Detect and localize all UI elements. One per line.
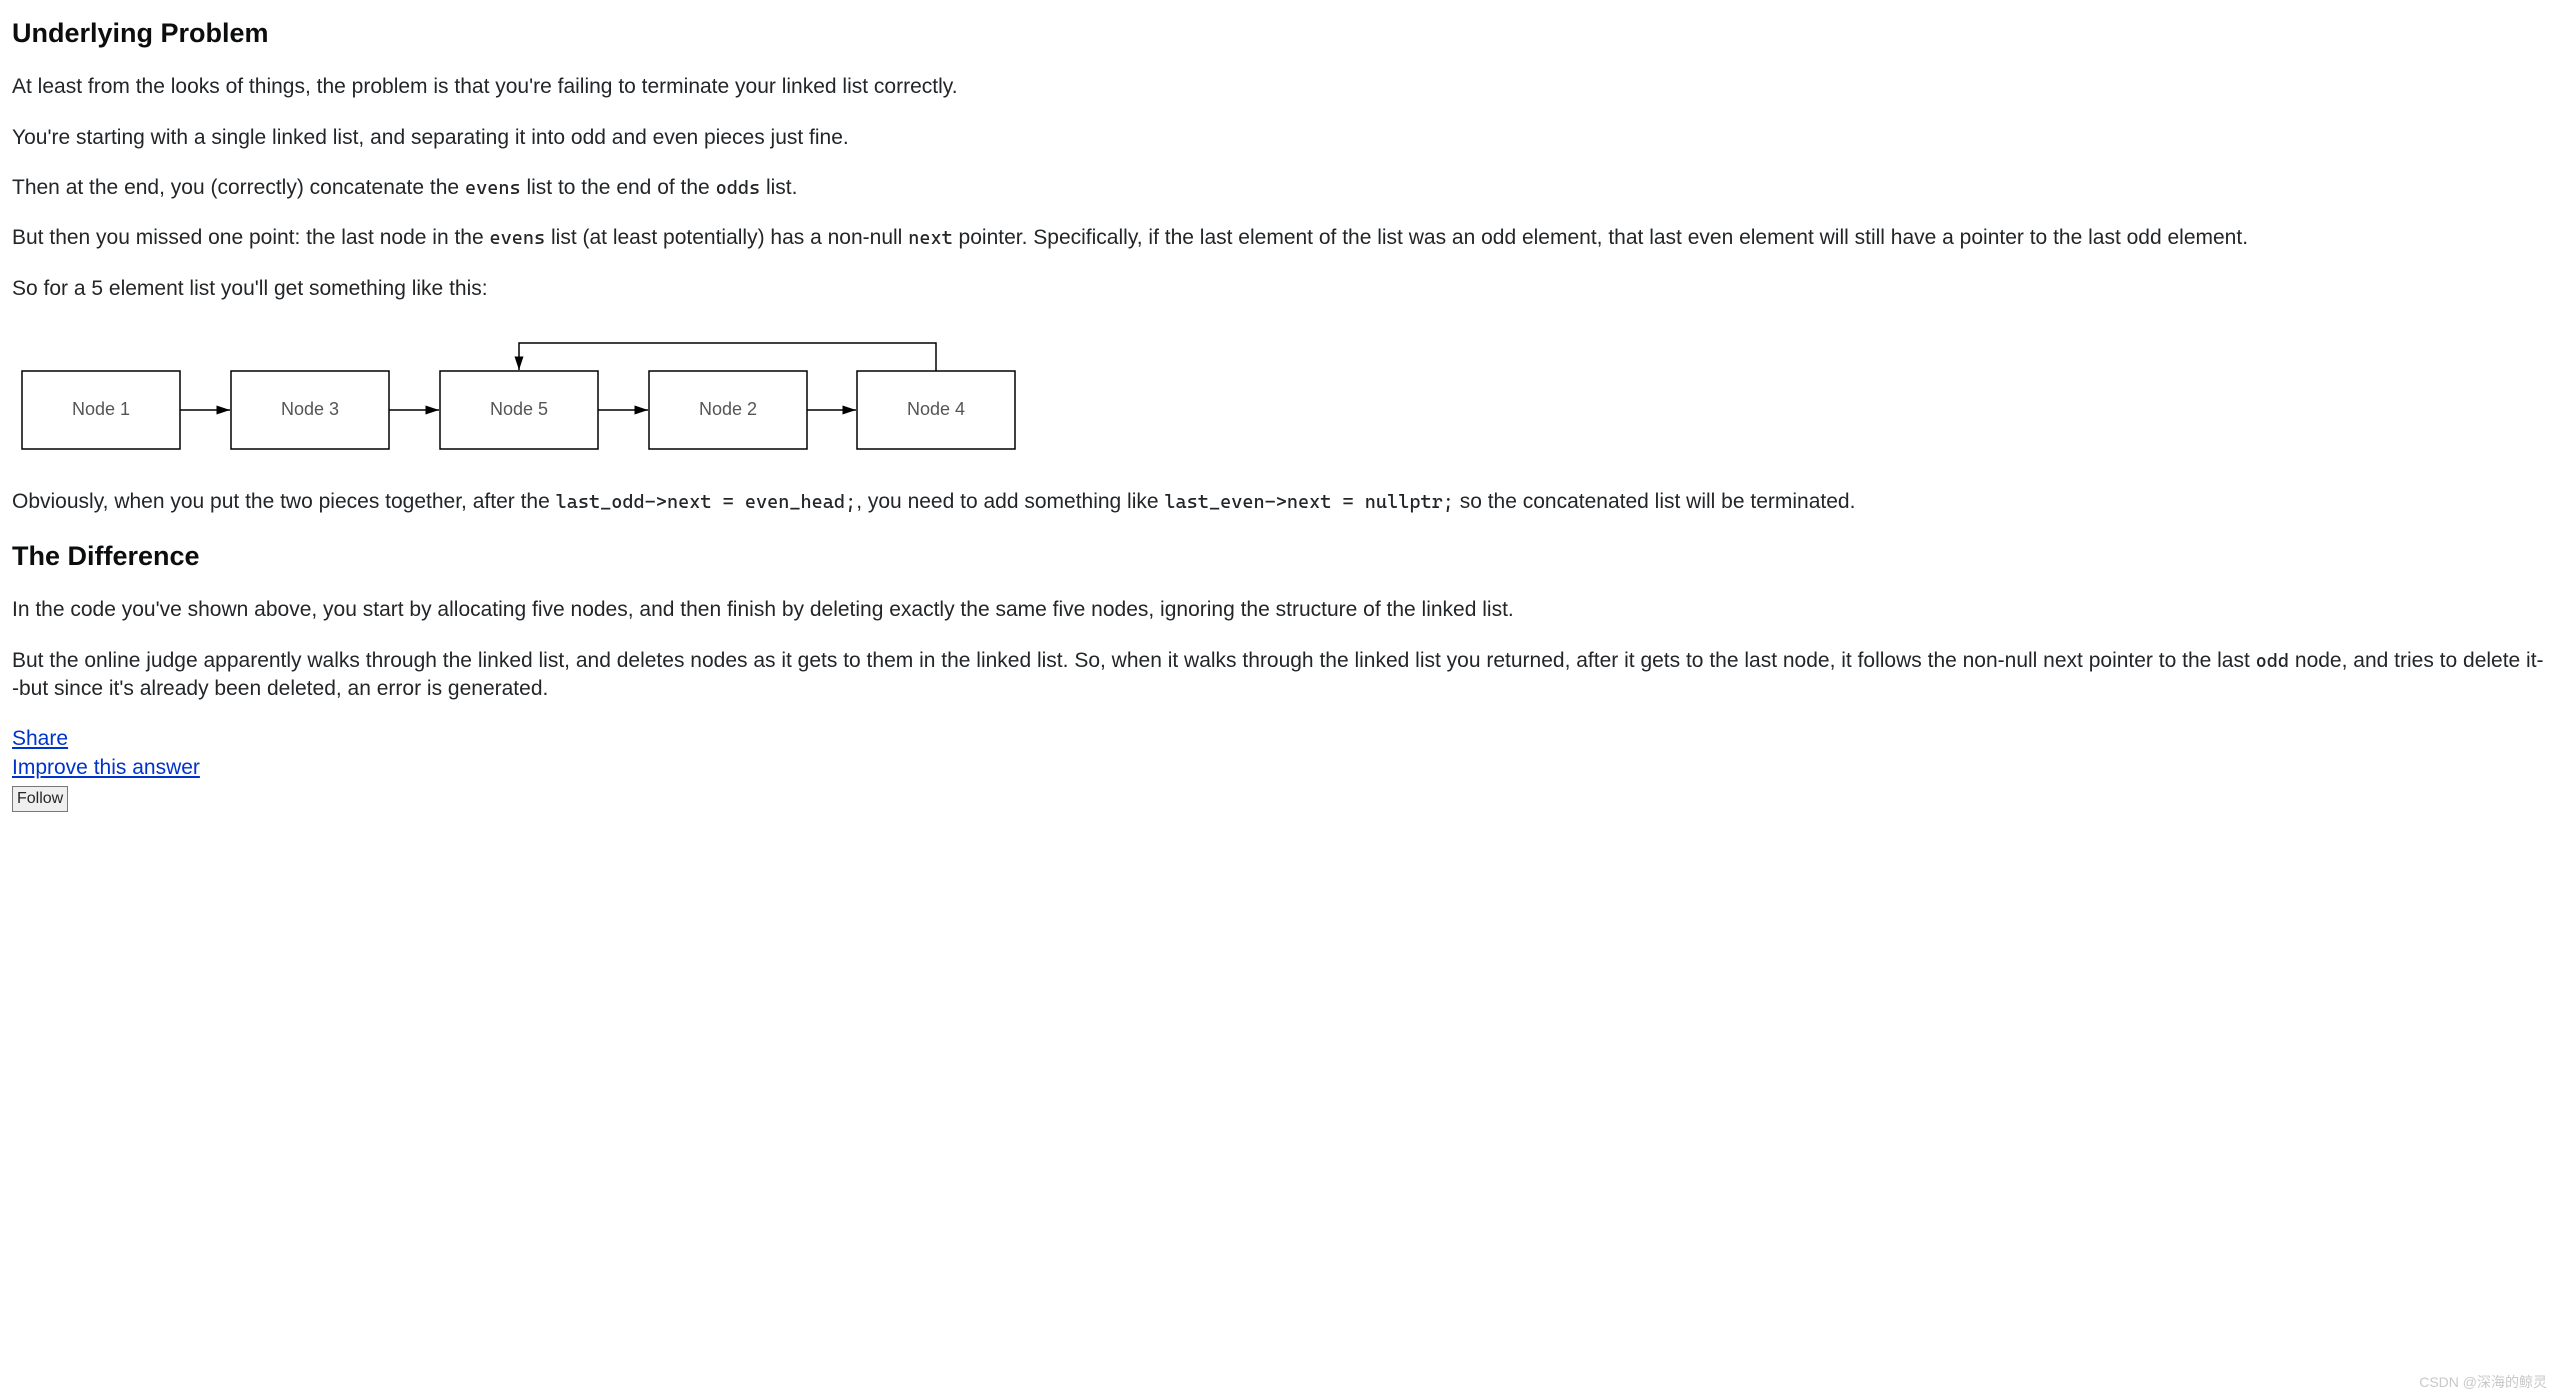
inline-code: evens bbox=[489, 227, 545, 249]
inline-code: odds bbox=[716, 177, 761, 199]
text: pointer. Specifically, if the last eleme… bbox=[953, 226, 2248, 249]
paragraph: Obviously, when you put the two pieces t… bbox=[12, 488, 2545, 516]
paragraph: You're starting with a single linked lis… bbox=[12, 124, 2545, 152]
watermark: CSDN @深海的鲸灵 bbox=[2419, 1373, 2547, 1392]
text: But the online judge apparently walks th… bbox=[12, 649, 2256, 672]
text: Then at the end, you (correctly) concate… bbox=[12, 176, 465, 199]
diagram-node-5: Node 4 bbox=[907, 399, 965, 419]
inline-code: next bbox=[908, 227, 953, 249]
section-underlying-problem-title: Underlying Problem bbox=[12, 15, 2545, 51]
section-the-difference-title: The Difference bbox=[12, 538, 2545, 574]
follow-button[interactable]: Follow bbox=[12, 786, 68, 812]
linked-list-diagram: Node 1 Node 3 Node 5 Node 2 Node 4 bbox=[12, 331, 2545, 459]
text: , you need to add something like bbox=[856, 490, 1164, 513]
improve-answer-link[interactable]: Improve this answer bbox=[12, 754, 200, 782]
diagram-node-4: Node 2 bbox=[699, 399, 757, 419]
post-actions: Share Improve this answer Follow bbox=[12, 725, 2545, 811]
share-link[interactable]: Share bbox=[12, 725, 68, 753]
inline-code: last_odd->next = even_head; bbox=[556, 491, 857, 513]
paragraph: At least from the looks of things, the p… bbox=[12, 73, 2545, 101]
text: so the concatenated list will be termina… bbox=[1454, 490, 1856, 513]
paragraph: Then at the end, you (correctly) concate… bbox=[12, 174, 2545, 202]
diagram-node-2: Node 3 bbox=[281, 399, 339, 419]
inline-code: evens bbox=[465, 177, 521, 199]
diagram-node-3: Node 5 bbox=[490, 399, 548, 419]
paragraph: But then you missed one point: the last … bbox=[12, 224, 2545, 252]
text: list. bbox=[760, 176, 797, 199]
text: But then you missed one point: the last … bbox=[12, 226, 489, 249]
paragraph: In the code you've shown above, you star… bbox=[12, 596, 2545, 624]
paragraph: But the online judge apparently walks th… bbox=[12, 647, 2545, 704]
text: list to the end of the bbox=[521, 176, 716, 199]
inline-code: odd bbox=[2256, 650, 2289, 672]
diagram-node-1: Node 1 bbox=[72, 399, 130, 419]
paragraph: So for a 5 element list you'll get somet… bbox=[12, 275, 2545, 303]
text: Obviously, when you put the two pieces t… bbox=[12, 490, 556, 513]
inline-code: last_even->next = nullptr; bbox=[1164, 491, 1453, 513]
text: list (at least potentially) has a non-nu… bbox=[545, 226, 908, 249]
